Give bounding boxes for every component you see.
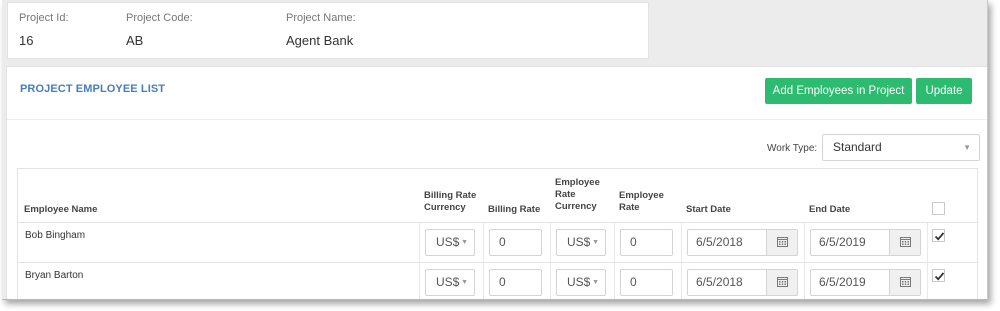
- work-type-label: Work Type:: [767, 143, 818, 154]
- start-date-input[interactable]: 6/5/2018: [687, 269, 798, 296]
- caret-down-icon: ▼: [461, 279, 468, 286]
- employee-rate-value: 0: [630, 235, 637, 249]
- end-date-input[interactable]: 6/5/2019: [810, 229, 921, 256]
- column-divider: [614, 222, 615, 299]
- header-employee-rate: Employee Rate: [619, 190, 664, 214]
- employee-name-cell: Bob Bingham: [25, 230, 86, 241]
- employee-name-cell: Bryan Barton: [25, 270, 84, 281]
- billing-rate-input[interactable]: 0: [489, 269, 542, 296]
- project-id-value: 16: [19, 33, 34, 48]
- checkmark-icon: [934, 232, 945, 241]
- panel-divider: [7, 119, 987, 120]
- start-date-value: 6/5/2018: [696, 235, 743, 249]
- caret-down-icon: ▼: [592, 279, 599, 286]
- employee-currency-value: US$: [567, 235, 591, 249]
- work-type-select[interactable]: Standard ▼: [822, 134, 980, 161]
- column-divider: [483, 222, 484, 299]
- project-code-value: AB: [126, 33, 144, 48]
- caret-down-icon: ▼: [592, 239, 599, 246]
- column-divider: [550, 222, 551, 299]
- add-employees-button[interactable]: Add Employees in Project: [765, 78, 912, 104]
- calendar-icon: [900, 237, 911, 247]
- header-billing-rate-currency: Billing Rate Currency: [424, 190, 476, 214]
- end-date-calendar-button[interactable]: [889, 270, 920, 295]
- start-date-value: 6/5/2018: [696, 275, 743, 289]
- start-date-calendar-button[interactable]: [766, 270, 797, 295]
- column-divider: [804, 222, 805, 299]
- caret-down-icon: ▼: [461, 239, 468, 246]
- billing-currency-select[interactable]: US$ ▼: [425, 229, 475, 256]
- row-select-checkbox[interactable]: [932, 229, 945, 242]
- header-employee-name: Employee Name: [24, 204, 98, 215]
- end-date-input[interactable]: 6/5/2019: [810, 269, 921, 296]
- billing-currency-value: US$: [436, 235, 460, 249]
- row-select-checkbox[interactable]: [932, 269, 945, 282]
- calendar-icon: [777, 277, 788, 287]
- work-type-value: Standard: [833, 140, 882, 154]
- update-button[interactable]: Update: [916, 78, 972, 104]
- start-date-calendar-button[interactable]: [766, 230, 797, 255]
- caret-down-icon: ▼: [963, 143, 971, 152]
- header-employee-rate-currency: Employee Rate Currency: [555, 177, 600, 213]
- end-date-calendar-button[interactable]: [889, 230, 920, 255]
- employee-currency-value: US$: [567, 275, 591, 289]
- end-date-value: 6/5/2019: [819, 275, 866, 289]
- row-divider: [18, 262, 977, 263]
- employee-currency-select[interactable]: US$ ▼: [556, 269, 606, 296]
- app-window: Project Id: 16 Project Code: AB Project …: [2, 0, 988, 300]
- header-line: Employee: [619, 190, 664, 201]
- start-date-input[interactable]: 6/5/2018: [687, 229, 798, 256]
- header-end-date: End Date: [809, 204, 851, 215]
- select-all-checkbox[interactable]: [932, 202, 945, 215]
- employee-rate-value: 0: [630, 275, 637, 289]
- billing-currency-select[interactable]: US$ ▼: [425, 269, 475, 296]
- header-billing-rate: Billing Rate: [488, 204, 541, 215]
- billing-rate-input[interactable]: 0: [489, 229, 542, 256]
- header-line: Billing Rate: [424, 190, 477, 201]
- employee-rate-input[interactable]: 0: [620, 269, 673, 296]
- calendar-icon: [900, 277, 911, 287]
- header-line: Rate: [555, 189, 576, 200]
- header-line: Currency: [424, 202, 466, 213]
- column-divider: [681, 222, 682, 299]
- checkmark-icon: [934, 272, 945, 281]
- project-name-value: Agent Bank: [286, 33, 354, 48]
- employee-currency-select[interactable]: US$ ▼: [556, 229, 606, 256]
- project-info-card: Project Id: 16 Project Code: AB Project …: [7, 2, 649, 59]
- column-divider: [419, 222, 420, 299]
- billing-rate-value: 0: [499, 235, 506, 249]
- billing-rate-value: 0: [499, 275, 506, 289]
- employee-list-panel: PROJECT EMPLOYEE LIST Add Employees in P…: [6, 66, 987, 299]
- row-divider: [18, 222, 977, 223]
- header-line: Rate: [619, 202, 640, 213]
- column-divider: [927, 222, 928, 299]
- panel-title: PROJECT EMPLOYEE LIST: [20, 83, 166, 95]
- project-code-label: Project Code:: [126, 12, 193, 24]
- calendar-icon: [777, 237, 788, 247]
- header-start-date: Start Date: [686, 204, 731, 215]
- project-id-label: Project Id:: [19, 12, 69, 24]
- employee-table: Employee Name Billing Rate Currency Bill…: [17, 168, 978, 299]
- project-name-label: Project Name:: [286, 12, 356, 24]
- employee-rate-input[interactable]: 0: [620, 229, 673, 256]
- header-line: Employee: [555, 177, 600, 188]
- header-line: Currency: [555, 201, 597, 212]
- billing-currency-value: US$: [436, 275, 460, 289]
- end-date-value: 6/5/2019: [819, 235, 866, 249]
